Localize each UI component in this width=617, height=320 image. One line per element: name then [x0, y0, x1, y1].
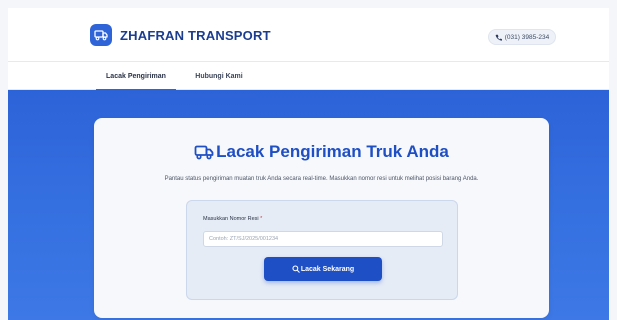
tracking-form: Masukkan Nomor Resi * Lacak Sekarang [186, 200, 458, 300]
hero-section: Lacak Pengiriman Truk Anda Pantau status… [8, 90, 609, 320]
tab-bar: Lacak Pengiriman Hubungi Kami [8, 62, 609, 91]
resi-label: Masukkan Nomor Resi * [203, 216, 262, 222]
phone-contact[interactable]: (031) 3985-234 [488, 29, 556, 45]
truck-icon [194, 145, 214, 160]
required-mark: * [260, 216, 263, 222]
track-now-button[interactable]: Lacak Sekarang [264, 257, 382, 281]
page-title: Lacak Pengiriman Truk Anda [94, 140, 549, 164]
site-header: ZHAFRAN TRANSPORT (031) 3985-234 [8, 8, 609, 62]
track-now-label: Lacak Sekarang [300, 265, 355, 273]
brand-name: ZHAFRAN TRANSPORT [120, 27, 271, 43]
truck-icon [90, 24, 112, 46]
browser-viewport: ZHAFRAN TRANSPORT (031) 3985-234 Lacak P… [8, 8, 609, 320]
brand[interactable]: ZHAFRAN TRANSPORT [90, 24, 271, 46]
resi-label-text: Masukkan Nomor Resi [203, 216, 259, 222]
tab-lacak-pengiriman[interactable]: Lacak Pengiriman [90, 62, 182, 91]
search-icon [292, 265, 300, 273]
tracking-card: Lacak Pengiriman Truk Anda Pantau status… [94, 118, 549, 318]
phone-icon [495, 34, 502, 41]
page-subtitle: Pantau status pengiriman muatan truk And… [164, 176, 479, 182]
phone-number: (031) 3985-234 [504, 33, 550, 41]
tab-hubungi-kami[interactable]: Hubungi Kami [188, 62, 250, 90]
page-title-text: Lacak Pengiriman Truk Anda [216, 142, 449, 161]
resi-input[interactable] [203, 231, 443, 247]
